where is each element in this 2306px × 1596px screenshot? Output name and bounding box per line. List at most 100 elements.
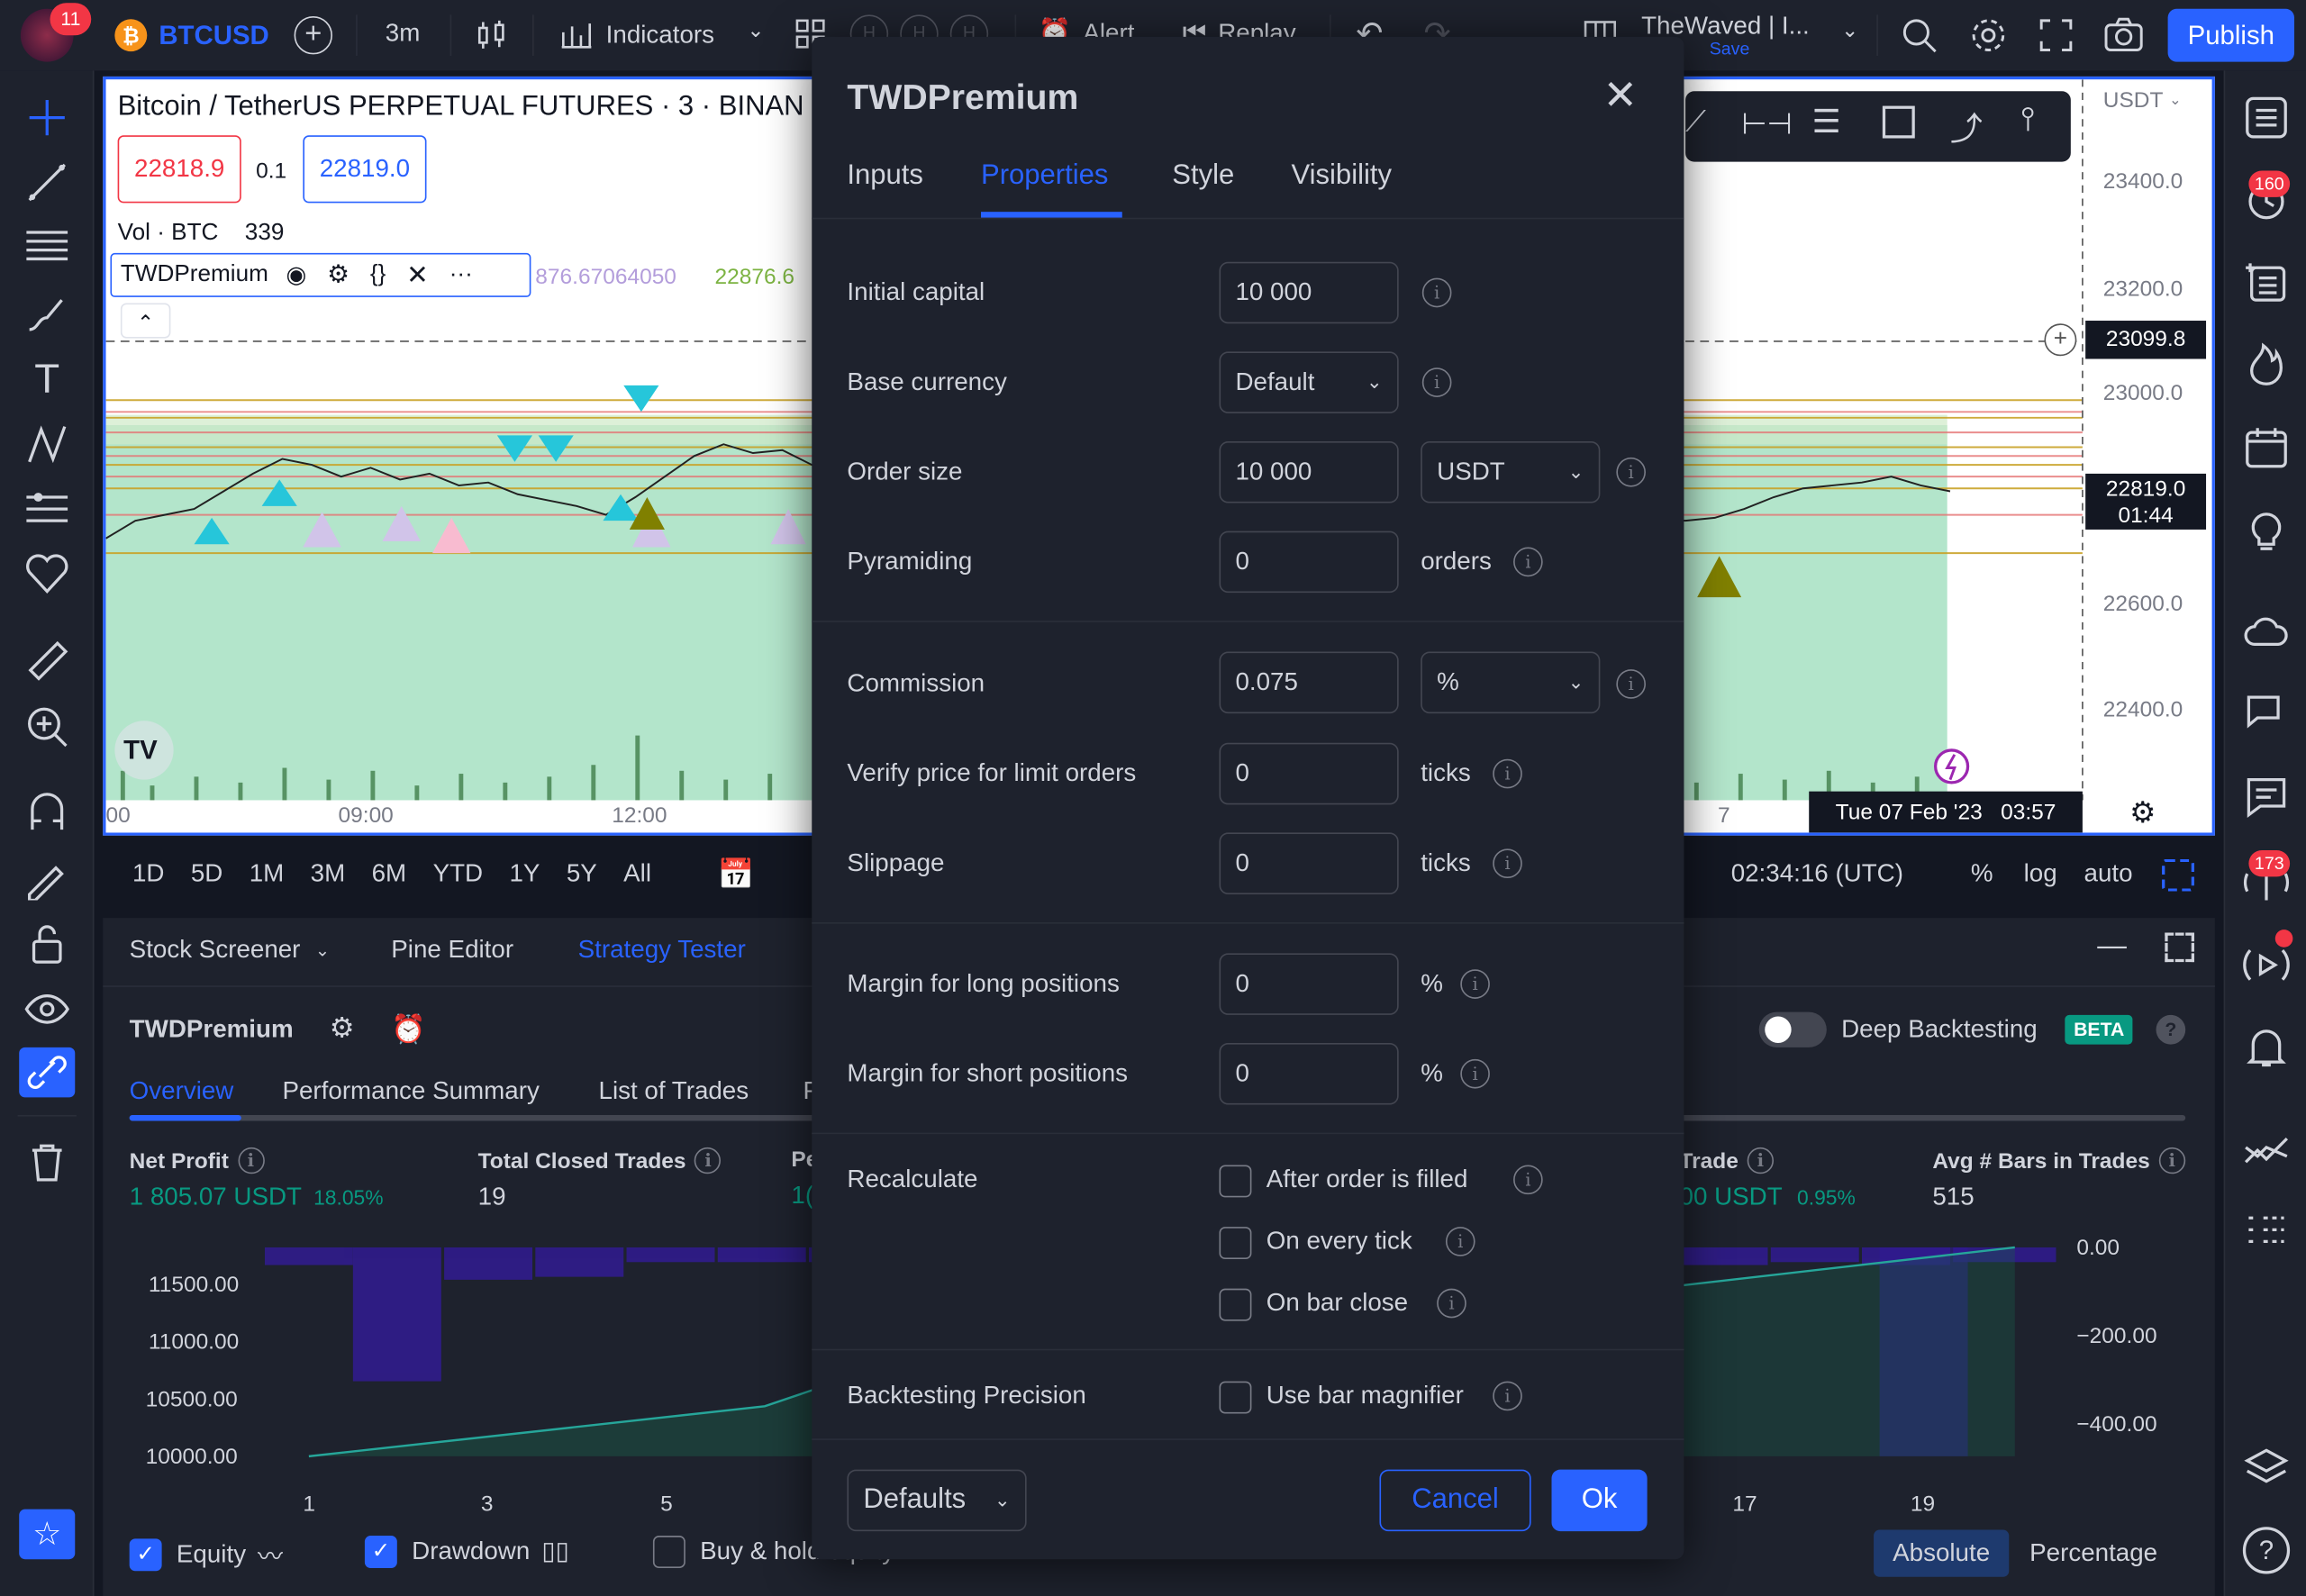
- info-icon[interactable]: i: [1437, 1288, 1466, 1319]
- crosshair-icon[interactable]: [23, 95, 70, 141]
- range-all[interactable]: All: [623, 859, 651, 889]
- percent-toggle[interactable]: %: [1971, 859, 1993, 889]
- order-size-unit-select[interactable]: USDT ⌄: [1421, 440, 1601, 503]
- date-range-icon[interactable]: ⊢⊣: [1741, 106, 1793, 143]
- chats-icon[interactable]: [2243, 688, 2290, 735]
- remove-icon[interactable]: ✕: [406, 259, 429, 290]
- info-icon[interactable]: i: [237, 1147, 265, 1174]
- range-1y[interactable]: 1Y: [509, 859, 540, 889]
- checkbox-checked[interactable]: ✓: [364, 1536, 397, 1568]
- pitchfork-icon[interactable]: ⟋: [1685, 106, 1706, 141]
- utc-clock[interactable]: 02:34:16 (UTC): [1731, 859, 1903, 889]
- cancel-button[interactable]: Cancel: [1379, 1469, 1531, 1532]
- commission-unit-select[interactable]: % ⌄: [1421, 651, 1601, 714]
- info-icon[interactable]: i: [695, 1147, 722, 1174]
- publish-button[interactable]: Publish: [2167, 8, 2295, 62]
- messages-icon[interactable]: [2243, 774, 2290, 821]
- maximize-panel-icon[interactable]: [2165, 932, 2194, 963]
- price-scale[interactable]: USDT ⌄ 23400.0 23200.0 23000.0 22600.0 22…: [2044, 77, 2215, 836]
- defaults-dropdown-button[interactable]: Defaults ⌄: [847, 1469, 1027, 1532]
- range-6m[interactable]: 6M: [372, 859, 407, 889]
- more-options-icon[interactable]: ···: [449, 262, 473, 288]
- on-every-tick-checkbox[interactable]: [1219, 1227, 1252, 1260]
- interval-button[interactable]: 3m: [386, 19, 421, 49]
- auto-toggle[interactable]: auto: [2084, 859, 2133, 889]
- overview-tab[interactable]: Overview: [130, 1077, 234, 1107]
- forecast-icon[interactable]: [23, 485, 70, 532]
- vertical-line-icon[interactable]: ⫯: [2020, 100, 2035, 138]
- strategy-settings-gear-icon[interactable]: ⚙: [330, 1012, 355, 1047]
- settings-gear-icon[interactable]: ⚙: [327, 260, 350, 290]
- path-icon[interactable]: ⤴: [1950, 103, 1983, 150]
- favorites-star-button[interactable]: ☆: [19, 1509, 76, 1560]
- list-of-trades-tab[interactable]: List of Trades: [599, 1077, 749, 1107]
- info-icon[interactable]: i: [1493, 848, 1522, 879]
- help-icon[interactable]: ?: [2156, 1014, 2186, 1045]
- layout-chevron-icon[interactable]: ⌄: [1841, 18, 1858, 43]
- initial-capital-input[interactable]: 10 000: [1219, 261, 1399, 324]
- add-alert-plus-icon[interactable]: +: [2044, 323, 2077, 357]
- margin-long-input[interactable]: 0: [1219, 953, 1399, 1015]
- range-3m[interactable]: 3M: [311, 859, 346, 889]
- info-icon[interactable]: i: [1513, 1165, 1543, 1195]
- pattern-icon[interactable]: [23, 421, 70, 467]
- zoom-in-icon[interactable]: [23, 703, 70, 750]
- order-size-input[interactable]: 10 000: [1219, 440, 1399, 503]
- info-icon[interactable]: i: [1460, 1058, 1490, 1089]
- range-5y[interactable]: 5Y: [567, 859, 597, 889]
- fullscreen-icon[interactable]: [2038, 18, 2074, 53]
- fib-icon[interactable]: [23, 223, 70, 270]
- tab-properties[interactable]: Properties: [981, 160, 1108, 193]
- collapse-legend-button[interactable]: ⌃: [120, 303, 171, 339]
- checkbox-checked[interactable]: ✓: [129, 1537, 162, 1571]
- compare-add-icon[interactable]: +: [294, 15, 332, 55]
- pine-icon[interactable]: [2243, 1206, 2290, 1253]
- trendline-icon[interactable]: [23, 159, 70, 205]
- add-alert-icon[interactable]: ⏰: [391, 1012, 426, 1047]
- deep-backtesting-toggle[interactable]: [1758, 1011, 1827, 1047]
- info-icon[interactable]: i: [1493, 1381, 1522, 1411]
- pine-editor-tab[interactable]: Pine Editor: [391, 936, 513, 966]
- drawdown-legend-item[interactable]: ✓ Drawdown ▯▯: [364, 1536, 569, 1568]
- tab-style[interactable]: Style: [1172, 160, 1234, 193]
- range-1m[interactable]: 1M: [250, 859, 285, 889]
- calendar-icon[interactable]: [2243, 423, 2290, 470]
- ok-button[interactable]: Ok: [1551, 1469, 1648, 1532]
- market-icon[interactable]: [2243, 1127, 2290, 1174]
- ideas-bulb-icon[interactable]: [2243, 506, 2290, 553]
- checkbox-unchecked[interactable]: [652, 1536, 685, 1568]
- info-icon[interactable]: i: [1616, 669, 1646, 699]
- live-stream-icon[interactable]: [2243, 941, 2290, 988]
- slippage-input[interactable]: 0: [1219, 832, 1399, 894]
- tab-visibility[interactable]: Visibility: [1292, 160, 1392, 193]
- indicator-legend[interactable]: TWDPremium ◉ ⚙ {} ✕ ···: [110, 252, 531, 297]
- goto-date-icon[interactable]: 📅: [718, 857, 755, 893]
- fullscreen-chart-icon[interactable]: [2162, 858, 2194, 892]
- cloud-icon[interactable]: [2243, 609, 2290, 656]
- camera-icon[interactable]: [2103, 16, 2145, 54]
- help-icon[interactable]: ?: [2242, 1527, 2291, 1574]
- currency-selector[interactable]: USDT ⌄: [2103, 88, 2182, 113]
- chevron-down-icon[interactable]: ⌄: [747, 18, 764, 43]
- notification-bell-icon[interactable]: [2243, 1024, 2290, 1071]
- info-icon[interactable]: i: [1616, 457, 1646, 487]
- brush-icon[interactable]: [23, 291, 70, 338]
- ask-price-button[interactable]: 22819.0: [303, 135, 427, 204]
- verify-price-input[interactable]: 0: [1219, 742, 1399, 805]
- watchlist-icon[interactable]: [2243, 95, 2290, 141]
- eye-icon[interactable]: [23, 985, 70, 1032]
- trash-icon[interactable]: [23, 1138, 70, 1185]
- info-icon[interactable]: i: [1445, 1227, 1475, 1256]
- magnet-icon[interactable]: [23, 788, 70, 835]
- info-icon[interactable]: i: [1513, 547, 1543, 577]
- absolute-toggle[interactable]: Absolute: [1874, 1529, 2010, 1577]
- percentage-toggle[interactable]: Percentage: [2029, 1538, 2157, 1568]
- horizontal-lines-icon[interactable]: ☰: [1811, 103, 1840, 141]
- search-icon[interactable]: [1900, 16, 1938, 54]
- candles-icon[interactable]: [474, 18, 509, 53]
- info-icon[interactable]: i: [1460, 969, 1490, 999]
- pyramiding-input[interactable]: 0: [1219, 530, 1399, 594]
- link-button[interactable]: [19, 1047, 76, 1098]
- bar-magnifier-checkbox[interactable]: [1219, 1381, 1252, 1414]
- minimize-panel-icon[interactable]: —: [2097, 929, 2127, 964]
